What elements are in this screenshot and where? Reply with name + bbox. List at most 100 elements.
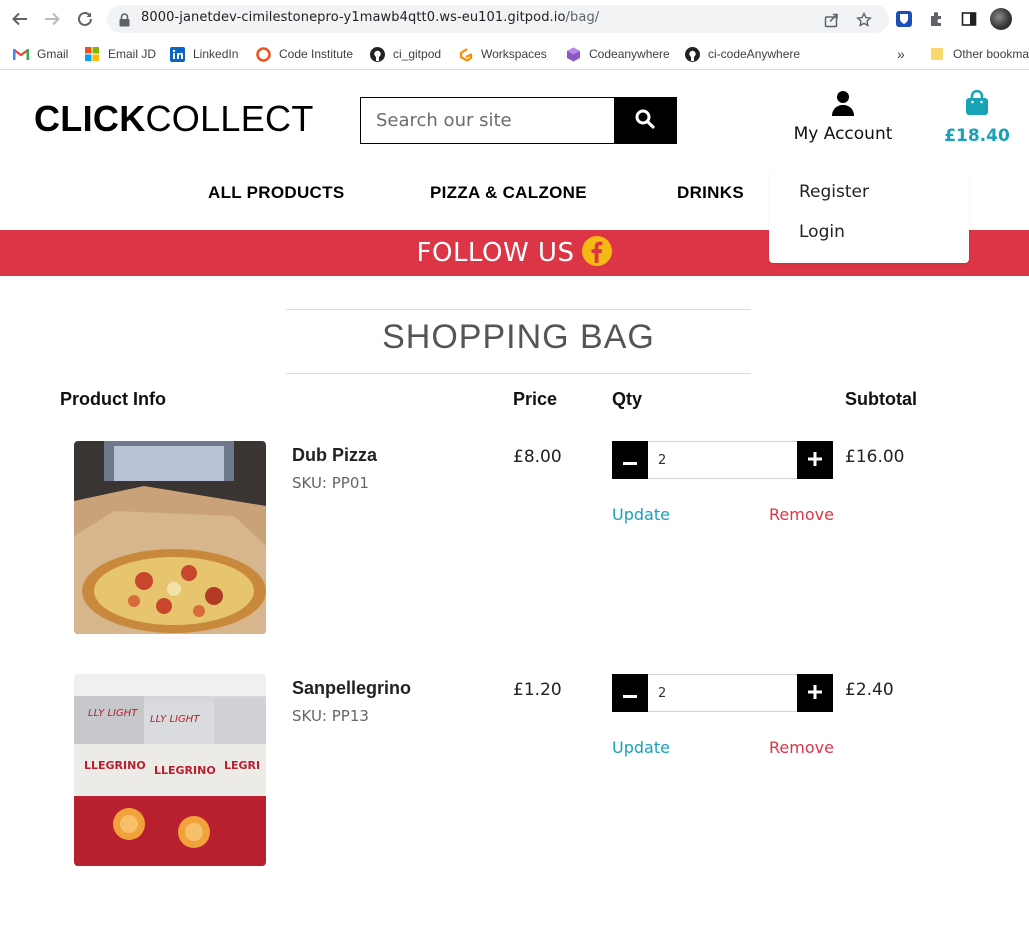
shopping-bag-icon — [965, 89, 989, 120]
svg-text:LLEGRINO: LLEGRINO — [84, 759, 146, 772]
my-account-link[interactable]: My Account — [788, 90, 898, 144]
bookmark-label: Gmail — [37, 47, 69, 61]
logo-light-text: COLLECT — [145, 98, 314, 139]
site-logo[interactable]: CLICKCOLLECT — [34, 98, 314, 140]
remove-link[interactable]: Remove — [769, 738, 834, 757]
decrement-button[interactable] — [612, 674, 648, 712]
page-title: SHOPPING BAG — [382, 318, 655, 356]
url-path: /bag/ — [565, 10, 600, 25]
decrement-button[interactable] — [612, 441, 648, 479]
search-input[interactable] — [361, 98, 615, 143]
svg-text:LLEGRINO: LLEGRINO — [154, 764, 216, 777]
extensions-puzzle-icon[interactable] — [926, 8, 948, 30]
nav-all-products[interactable]: ALL PRODUCTS — [208, 183, 344, 203]
menu-item-login[interactable]: Login — [799, 222, 845, 242]
minus-icon — [623, 684, 637, 703]
minus-icon — [623, 451, 637, 470]
column-header-subtotal: Subtotal — [845, 389, 917, 409]
product-subtotal: £2.40 — [845, 680, 894, 700]
gmail-icon — [13, 46, 29, 62]
increment-button[interactable] — [797, 674, 833, 712]
product-name: Dub Pizza — [292, 445, 378, 465]
quantity-stepper — [612, 674, 833, 712]
product-price: £8.00 — [513, 447, 562, 467]
bookmark-codeanywhere[interactable]: Codeanywhere — [565, 44, 670, 64]
bookmark-label: Other bookma — [953, 47, 1029, 61]
gitpod-icon — [457, 46, 473, 62]
product-subtotal: £16.00 — [845, 447, 905, 467]
extension-shield-icon[interactable] — [893, 8, 915, 30]
code-institute-icon — [255, 46, 271, 62]
site-search — [360, 97, 677, 144]
bookmark-label: Workspaces — [481, 47, 547, 61]
share-icon[interactable] — [823, 11, 841, 29]
update-link[interactable]: Update — [612, 505, 670, 524]
follow-us-text: FOLLOW US — [416, 238, 575, 268]
bookmark-star-icon[interactable] — [855, 11, 873, 29]
bookmark-ci-codeanywhere[interactable]: ci-codeAnywhere — [684, 44, 800, 64]
codeanywhere-icon — [565, 46, 581, 62]
product-sku: SKU: PP13 — [292, 707, 369, 725]
remove-link[interactable]: Remove — [769, 505, 834, 524]
bookmark-ci-gitpod[interactable]: ci_gitpod — [369, 44, 441, 64]
github-icon — [369, 46, 385, 62]
plus-icon — [808, 451, 822, 470]
increment-button[interactable] — [797, 441, 833, 479]
product-image-sanpellegrino[interactable]: LLEGRINO LLEGRINO LEGRI LLY LIGHT LLY LI… — [74, 674, 266, 866]
update-link[interactable]: Update — [612, 738, 670, 757]
column-header-price: Price — [513, 389, 558, 409]
svg-text:LLY LIGHT: LLY LIGHT — [88, 708, 138, 719]
title-divider-bottom — [286, 373, 751, 374]
nav-drinks[interactable]: DRINKS — [677, 183, 744, 203]
bookmarks-overflow-button[interactable]: » — [897, 44, 905, 64]
menu-item-register[interactable]: Register — [799, 182, 869, 202]
svg-text:LLY LIGHT: LLY LIGHT — [150, 714, 200, 725]
linkedin-icon — [169, 46, 185, 62]
back-icon[interactable] — [9, 8, 31, 30]
facebook-icon[interactable] — [582, 236, 613, 270]
column-header-product-info: Product Info — [60, 389, 166, 409]
bookmark-label: ci-codeAnywhere — [708, 47, 801, 61]
bookmark-code-institute[interactable]: Code Institute — [255, 44, 353, 64]
profile-avatar[interactable] — [990, 8, 1012, 30]
address-bar[interactable]: 8000-janetdev-cimilestonepro-y1mawb4qtt0… — [107, 5, 889, 33]
product-name: Sanpellegrino — [292, 678, 412, 698]
quantity-input[interactable] — [648, 441, 797, 479]
svg-text:LEGRI: LEGRI — [224, 759, 260, 772]
shopping-bag-link[interactable]: £18.40 — [944, 89, 1010, 146]
other-bookmarks[interactable]: Other bookma — [929, 44, 1029, 64]
forward-icon[interactable] — [41, 8, 63, 30]
product-image-pizza[interactable] — [74, 441, 266, 634]
product-sku: SKU: PP01 — [292, 474, 369, 492]
bookmark-label: Code Institute — [279, 47, 354, 61]
user-icon — [788, 90, 898, 120]
bookmark-gmail[interactable]: Gmail — [13, 44, 68, 64]
account-dropdown-menu: Register Login — [769, 172, 969, 263]
url-text: 8000-janetdev-cimilestonepro-y1mawb4qtt0… — [141, 10, 599, 25]
bookmark-email-jd[interactable]: Email JD — [84, 44, 156, 64]
reload-icon[interactable] — [74, 8, 96, 30]
bag-total: £18.40 — [944, 126, 1010, 146]
browser-toolbar: 8000-janetdev-cimilestonepro-y1mawb4qtt0… — [0, 0, 1029, 38]
nav-pizza-calzone[interactable]: PIZZA & CALZONE — [430, 183, 587, 203]
bookmarks-bar: Gmail Email JD LinkedIn Code Institute c… — [0, 38, 1029, 70]
bookmark-linkedin[interactable]: LinkedIn — [169, 44, 238, 64]
quantity-input[interactable] — [648, 674, 797, 712]
url-host: 8000-janetdev-cimilestonepro-y1mawb4qtt0… — [141, 10, 566, 25]
lock-icon — [119, 12, 130, 31]
quantity-stepper — [612, 441, 833, 479]
microsoft-icon — [84, 46, 100, 62]
product-price: £1.20 — [513, 680, 562, 700]
bookmark-label: Email JD — [108, 47, 157, 61]
plus-icon — [808, 684, 822, 703]
bookmark-label: Codeanywhere — [589, 47, 670, 61]
column-header-qty: Qty — [612, 389, 643, 409]
side-panel-icon[interactable] — [958, 8, 980, 30]
bookmark-workspaces[interactable]: Workspaces — [457, 44, 547, 64]
my-account-label: My Account — [793, 124, 893, 144]
title-divider-top — [286, 309, 751, 310]
search-button[interactable] — [614, 98, 676, 143]
folder-icon — [929, 46, 945, 62]
search-icon — [635, 109, 655, 133]
bookmark-label: LinkedIn — [193, 47, 239, 61]
